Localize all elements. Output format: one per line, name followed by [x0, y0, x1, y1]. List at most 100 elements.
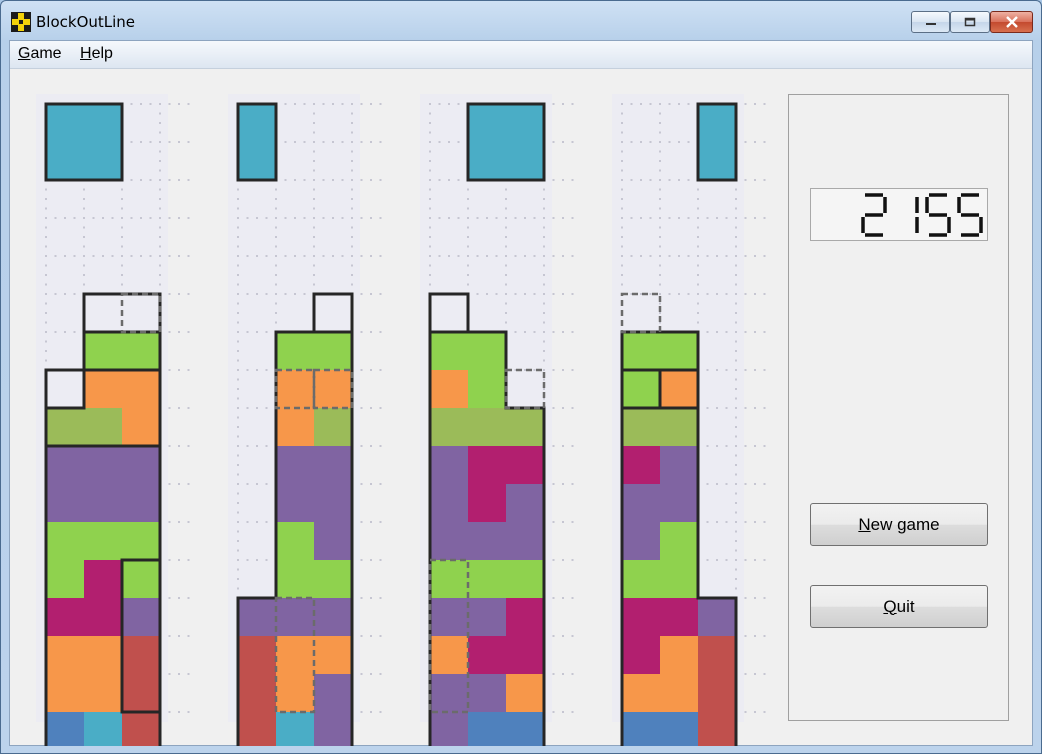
block-cell — [84, 674, 122, 712]
block-cell — [622, 370, 660, 408]
block-cell — [622, 636, 660, 674]
block-cell — [276, 560, 314, 598]
block-cell — [622, 560, 660, 598]
block-cell — [314, 560, 352, 598]
score-display: 2155 — [810, 188, 988, 241]
app-logo-icon — [11, 12, 31, 32]
block-cell — [660, 522, 698, 560]
block-cell — [660, 446, 698, 484]
falling-piece — [44, 102, 124, 182]
block-cell — [46, 446, 84, 484]
block-cell — [468, 598, 506, 636]
board-2 — [228, 94, 382, 746]
title-bar[interactable]: BlockOutLine — [1, 1, 1041, 41]
block-cell — [122, 370, 160, 408]
block-cell — [122, 674, 160, 712]
block-cell — [660, 408, 698, 446]
block-cell — [468, 674, 506, 712]
close-icon — [1005, 16, 1018, 28]
block-cell — [622, 332, 660, 370]
block-cell — [46, 522, 84, 560]
block-cell — [314, 408, 352, 446]
block-cell — [46, 560, 84, 598]
block-cell — [84, 332, 122, 370]
block-cell — [660, 370, 698, 408]
block-cell — [468, 446, 506, 484]
block-cell — [84, 446, 122, 484]
block-cell — [122, 712, 160, 746]
falling-piece — [696, 102, 738, 182]
block-cell — [314, 484, 352, 522]
block-cell — [276, 484, 314, 522]
block-cell — [506, 446, 544, 484]
minimize-icon — [925, 23, 936, 25]
block-cell — [698, 598, 736, 636]
block-cell — [122, 332, 160, 370]
block-cell — [122, 522, 160, 560]
block-cell — [84, 636, 122, 674]
maximize-icon — [964, 17, 976, 27]
block-cell — [506, 598, 544, 636]
block-cell — [698, 712, 736, 746]
block-cell — [314, 446, 352, 484]
block-cell — [622, 712, 660, 746]
block-cell — [660, 598, 698, 636]
block-cell — [84, 370, 122, 408]
block-cell — [430, 332, 468, 370]
block-cell — [698, 636, 736, 674]
block-cell — [660, 674, 698, 712]
game-boards[interactable] — [10, 41, 780, 746]
score-digits — [861, 193, 983, 237]
block-cell — [430, 598, 468, 636]
block-cell — [276, 674, 314, 712]
block-cell — [622, 674, 660, 712]
block-cell — [430, 484, 468, 522]
block-cell — [46, 408, 84, 446]
block-cell — [506, 712, 544, 746]
block-cell — [276, 370, 314, 408]
block-cell — [468, 370, 506, 408]
block-cell — [622, 484, 660, 522]
block-cell — [46, 598, 84, 636]
block-cell — [468, 484, 506, 522]
block-cell — [314, 712, 352, 746]
board-4 — [612, 94, 766, 746]
board-3 — [420, 94, 574, 746]
block-cell — [698, 674, 736, 712]
block-cell — [276, 446, 314, 484]
quit-button[interactable]: Quit — [810, 585, 988, 628]
block-cell — [468, 712, 506, 746]
new-game-label: New game — [858, 514, 940, 534]
maximize-button[interactable] — [950, 11, 990, 33]
block-cell — [430, 408, 468, 446]
block-cell — [314, 370, 352, 408]
block-cell — [506, 674, 544, 712]
new-game-button[interactable]: New game — [810, 503, 988, 546]
block-cell — [430, 522, 468, 560]
block-cell — [84, 484, 122, 522]
block-cell — [276, 522, 314, 560]
block-cell — [506, 560, 544, 598]
app-window: BlockOutLine Game Help 2155 New game Qui… — [0, 0, 1042, 754]
block-cell — [660, 636, 698, 674]
block-cell — [84, 560, 122, 598]
block-cell — [468, 332, 506, 370]
close-button[interactable] — [990, 11, 1033, 33]
block-cell — [660, 712, 698, 746]
block-cell — [430, 674, 468, 712]
block-cell — [276, 332, 314, 370]
block-cell — [506, 636, 544, 674]
block-cell — [622, 408, 660, 446]
block-cell — [46, 712, 84, 746]
minimize-button[interactable] — [911, 11, 950, 33]
block-cell — [238, 712, 276, 746]
block-cell — [46, 674, 84, 712]
block-cell — [430, 636, 468, 674]
block-cell — [622, 598, 660, 636]
block-cell — [276, 712, 314, 746]
block-cell — [468, 408, 506, 446]
block-cell — [46, 636, 84, 674]
block-cell — [84, 522, 122, 560]
block-cell — [122, 636, 160, 674]
block-cell — [506, 522, 544, 560]
